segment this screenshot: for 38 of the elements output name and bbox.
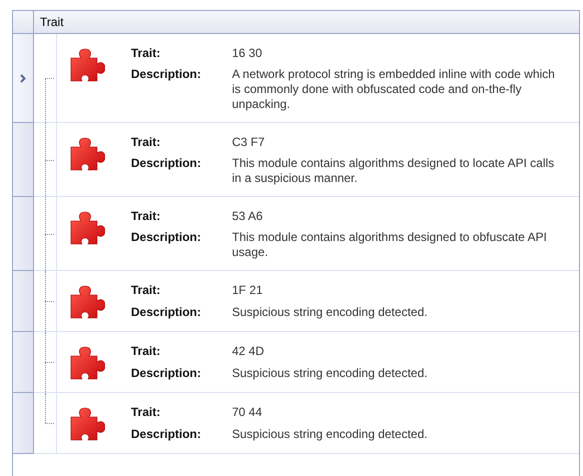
column-header[interactable]: Trait: [34, 11, 579, 33]
puzzle-piece-icon: [69, 285, 105, 321]
row-selector[interactable]: [13, 271, 34, 332]
field-label: Description:: [131, 156, 202, 172]
row-selector[interactable]: [13, 34, 34, 123]
puzzle-piece-icon: [69, 211, 105, 247]
description-text: Suspicious string encoding detected.: [232, 366, 428, 382]
field-label: Description:: [131, 427, 202, 443]
puzzle-piece-icon: [69, 346, 105, 382]
field-label: Trait:: [131, 46, 162, 61]
trait-value: C3 F7: [232, 135, 266, 150]
field-label: Trait:: [131, 405, 162, 421]
trait-value: 16 30: [232, 46, 264, 61]
chevron-icon: [20, 74, 26, 82]
field-label: Trait:: [131, 283, 162, 299]
description-text: This module contains algorithms designed to locate API calls in a suspicious manner.: [232, 156, 556, 186]
puzzle-piece-icon: [69, 137, 105, 173]
description-text: Suspicious string encoding detected.: [232, 427, 428, 443]
field-label: Trait:: [131, 209, 162, 224]
row-selector[interactable]: [13, 123, 34, 197]
trait-value: 53 A6: [232, 209, 264, 224]
field-label: Trait:: [131, 135, 162, 150]
row-selector[interactable]: [13, 393, 34, 454]
field-label: Description:: [131, 366, 202, 382]
field-label: Description:: [131, 305, 202, 321]
field-label: Description:: [131, 67, 202, 83]
row-selector[interactable]: [13, 332, 34, 393]
trait-value: 1F 21: [232, 283, 264, 299]
description-text: This module contains algorithms designed to obfuscate API usage.: [232, 230, 548, 260]
row-selector[interactable]: [13, 197, 34, 271]
trait-value: 70 44: [232, 405, 264, 421]
description-text: A network protocol string is embedded inline with code which is commonly done with obfuscated code and on-the-fly unpacking.: [232, 67, 556, 112]
description-text: Suspicious string encoding detected.: [232, 305, 428, 321]
field-label: Trait:: [131, 344, 162, 360]
field-label: Description:: [131, 230, 202, 246]
puzzle-piece-icon: [69, 48, 105, 84]
puzzle-piece-icon: [69, 407, 105, 443]
trait-value: 42 4D: [232, 344, 266, 360]
